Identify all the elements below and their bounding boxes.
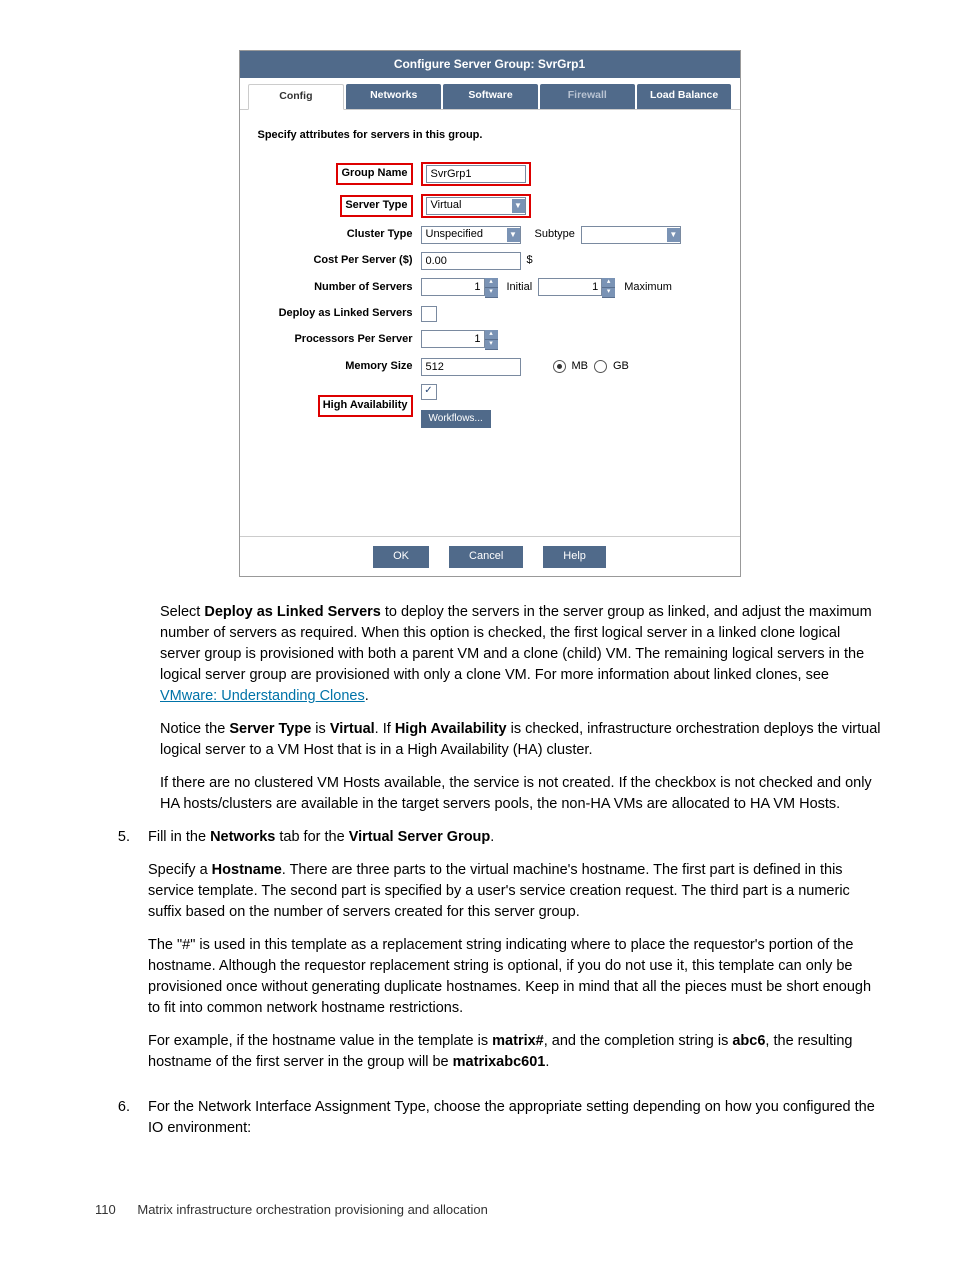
chevron-down-icon: ▼: [667, 228, 680, 242]
label-cost-per-server: Cost Per Server ($): [258, 253, 421, 269]
servers-max-spinner[interactable]: ▴▾: [538, 278, 618, 298]
label-subtype: Subtype: [535, 227, 575, 243]
workflows-button[interactable]: Workflows...: [421, 410, 491, 429]
configure-server-group-dialog: Configure Server Group: SvrGrp1 Config N…: [239, 50, 741, 577]
servers-initial-input[interactable]: [421, 278, 485, 296]
tab-firewall[interactable]: Firewall: [540, 84, 635, 108]
list-item-6: 6. For the Network Interface Assignment …: [95, 1097, 884, 1151]
cost-per-server-input[interactable]: [421, 252, 521, 270]
form-heading: Specify attributes for servers in this g…: [258, 128, 722, 144]
vmware-clones-link[interactable]: VMware: Understanding Clones: [160, 688, 365, 704]
memory-mb-radio[interactable]: [553, 360, 566, 373]
ok-button[interactable]: OK: [373, 546, 429, 568]
chevron-down-icon[interactable]: ▾: [602, 288, 615, 298]
chevron-down-icon: ▼: [507, 228, 520, 242]
subtype-select[interactable]: ▼: [581, 226, 681, 244]
tab-load-balance[interactable]: Load Balance: [637, 84, 732, 108]
paragraph: The "#" is used in this template as a re…: [148, 935, 884, 1019]
chevron-down-icon: ▼: [512, 199, 525, 213]
paragraph: For example, if the hostname value in th…: [148, 1031, 884, 1073]
document-body: Select Deploy as Linked Servers to deplo…: [95, 602, 884, 1151]
memory-gb-radio[interactable]: [594, 360, 607, 373]
paragraph: Specify a Hostname. There are three part…: [148, 860, 884, 923]
processors-spinner[interactable]: ▴▾: [421, 330, 501, 350]
dialog-tabs: Config Networks Software Firewall Load B…: [240, 78, 740, 109]
paragraph: For the Network Interface Assignment Typ…: [148, 1097, 884, 1139]
chevron-up-icon[interactable]: ▴: [485, 278, 498, 288]
cancel-button[interactable]: Cancel: [449, 546, 523, 568]
chevron-up-icon[interactable]: ▴: [485, 330, 498, 340]
tab-networks[interactable]: Networks: [346, 84, 441, 108]
deploy-linked-checkbox[interactable]: [421, 306, 437, 322]
dialog-title: Configure Server Group: SvrGrp1: [240, 51, 740, 78]
label-memory-size: Memory Size: [258, 359, 421, 375]
chevron-down-icon[interactable]: ▾: [485, 288, 498, 298]
servers-max-input[interactable]: [538, 278, 602, 296]
label-gb: GB: [613, 359, 629, 375]
label-processors: Processors Per Server: [258, 332, 421, 348]
list-number: 6.: [95, 1097, 148, 1151]
label-high-availability: High Availability: [318, 395, 413, 417]
list-number: 5.: [95, 827, 148, 1085]
label-maximum: Maximum: [624, 280, 672, 296]
processors-input[interactable]: [421, 330, 485, 348]
paragraph: If there are no clustered VM Hosts avail…: [160, 773, 884, 815]
list-item-5: 5. Fill in the Networks tab for the Virt…: [95, 827, 884, 1085]
cluster-type-value: Unspecified: [426, 227, 483, 243]
label-cluster-type: Cluster Type: [258, 227, 421, 243]
page-number: 110: [95, 1202, 116, 1217]
label-group-name: Group Name: [336, 163, 412, 185]
label-initial: Initial: [507, 280, 533, 296]
label-deploy-linked: Deploy as Linked Servers: [258, 306, 421, 322]
form-area: Specify attributes for servers in this g…: [240, 110, 740, 536]
tab-software[interactable]: Software: [443, 84, 538, 108]
page-footer: 110 Matrix infrastructure orchestration …: [95, 1201, 884, 1220]
server-type-select[interactable]: Virtual ▼: [426, 197, 526, 215]
server-type-value: Virtual: [431, 198, 462, 214]
chevron-up-icon[interactable]: ▴: [602, 278, 615, 288]
footer-text: Matrix infrastructure orchestration prov…: [137, 1202, 487, 1217]
cluster-type-select[interactable]: Unspecified ▼: [421, 226, 521, 244]
paragraph: Notice the Server Type is Virtual. If Hi…: [160, 719, 884, 761]
label-number-of-servers: Number of Servers: [258, 280, 421, 296]
servers-initial-spinner[interactable]: ▴▾: [421, 278, 501, 298]
dialog-footer: OK Cancel Help: [240, 536, 740, 576]
dollar-sign: $: [527, 253, 533, 269]
memory-size-input[interactable]: [421, 358, 521, 376]
high-availability-checkbox[interactable]: ✓: [421, 384, 437, 400]
label-server-type: Server Type: [340, 195, 412, 217]
tab-config[interactable]: Config: [248, 84, 345, 109]
paragraph: Select Deploy as Linked Servers to deplo…: [160, 602, 884, 707]
help-button[interactable]: Help: [543, 546, 606, 568]
label-mb: MB: [572, 359, 589, 375]
group-name-input[interactable]: [426, 165, 526, 183]
chevron-down-icon[interactable]: ▾: [485, 340, 498, 350]
paragraph: Fill in the Networks tab for the Virtual…: [148, 827, 884, 848]
